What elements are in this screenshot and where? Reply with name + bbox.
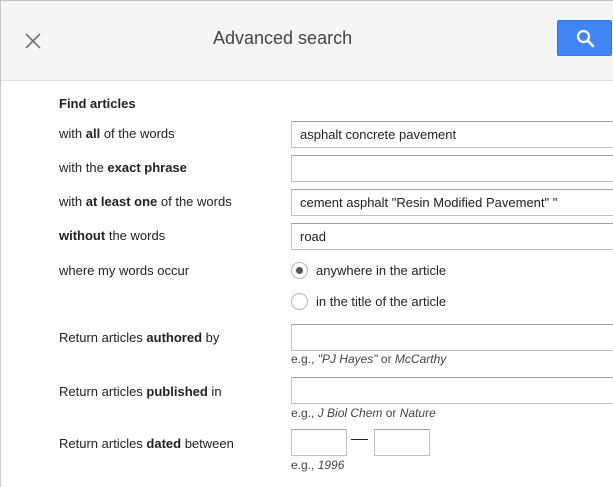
- radio-selected-icon: [291, 262, 308, 279]
- publication-input[interactable]: [291, 377, 613, 404]
- without-words-label: without the words: [59, 228, 166, 243]
- publication-hint: e.g., J Biol Chem or Nature: [291, 406, 436, 420]
- without-words-input[interactable]: road: [291, 223, 613, 250]
- date-range-dash: [351, 439, 368, 440]
- exact-phrase-input[interactable]: [291, 155, 613, 182]
- advanced-search-dialog: Advanced search Find articles with all o…: [0, 0, 613, 487]
- radio-unselected-icon: [291, 293, 308, 310]
- close-icon: [25, 33, 41, 49]
- search-icon: [576, 29, 595, 48]
- radio-anywhere-label: anywhere in the article: [316, 263, 447, 278]
- dialog-title: Advanced search: [213, 28, 353, 48]
- at-least-one-label: with at least one of the words: [59, 194, 232, 209]
- exact-phrase-label: with the exact phrase: [59, 160, 187, 175]
- all-words-label: with all of the words: [59, 126, 175, 141]
- radio-title-label: in the title of the article: [316, 294, 447, 309]
- authored-label: Return articles authored by: [59, 330, 220, 345]
- find-articles-heading: Find articles: [59, 96, 136, 111]
- published-label: Return articles published in: [59, 384, 222, 399]
- date-hint: e.g., 1996: [291, 458, 345, 472]
- dialog-header: Advanced search: [1, 1, 613, 81]
- at-least-one-input[interactable]: cement asphalt "Resin Modified Pavement"…: [291, 189, 613, 216]
- author-input[interactable]: [291, 324, 613, 351]
- search-button[interactable]: [557, 20, 612, 56]
- date-from-input[interactable]: [291, 429, 347, 456]
- dated-label: Return articles dated between: [59, 436, 234, 451]
- all-words-input[interactable]: asphalt concrete pavement: [291, 121, 613, 148]
- author-hint: e.g., "PJ Hayes" or McCarthy: [291, 352, 447, 366]
- words-occur-label: where my words occur: [59, 263, 190, 278]
- date-to-input[interactable]: [374, 429, 430, 456]
- close-button[interactable]: [21, 29, 45, 53]
